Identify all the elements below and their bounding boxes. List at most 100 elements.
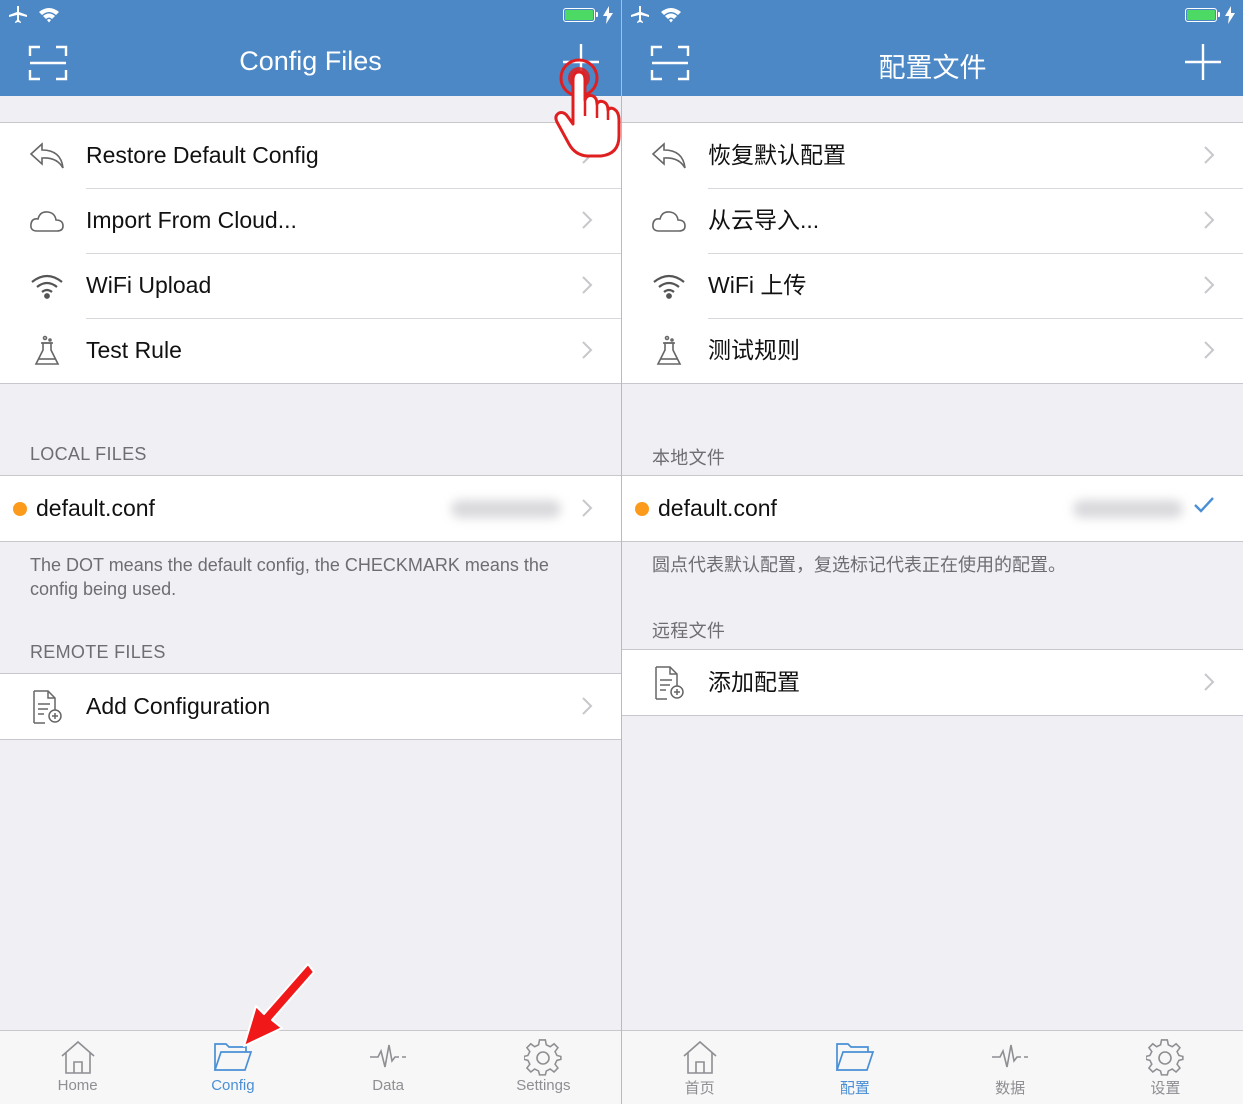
nav-bar: 配置文件 xyxy=(622,32,1243,96)
checkmark-icon xyxy=(1194,497,1214,513)
chevron-right-icon xyxy=(1204,276,1215,294)
battery-icon xyxy=(1185,8,1220,22)
charging-bolt-icon xyxy=(603,6,613,24)
row-label: 恢复默认配置 xyxy=(708,142,846,168)
battery-icon xyxy=(563,8,598,22)
default-dot-indicator xyxy=(13,502,27,516)
row-label: WiFi Upload xyxy=(86,272,212,298)
test-rule-row[interactable]: Test Rule xyxy=(0,318,621,383)
file-name: default.conf xyxy=(658,495,777,521)
status-bar xyxy=(0,0,621,32)
tab-settings[interactable]: Settings xyxy=(466,1031,621,1104)
chevron-right-icon xyxy=(582,499,593,517)
tab-label: Data xyxy=(372,1077,404,1094)
tab-label: 设置 xyxy=(1150,1080,1181,1097)
page-title: Config Files xyxy=(239,46,382,76)
add-configuration-row[interactable]: Add Configuration xyxy=(0,674,621,739)
file-name: default.conf xyxy=(36,495,155,521)
tab-home[interactable]: Home xyxy=(0,1031,155,1104)
default-dot-indicator xyxy=(635,502,649,516)
import-from-cloud-row[interactable]: Import From Cloud... xyxy=(0,188,621,253)
gear-icon xyxy=(1146,1039,1185,1076)
wifi-upload-row[interactable]: WiFi 上传 xyxy=(622,253,1243,318)
row-label: 从云导入... xyxy=(708,207,820,233)
restore-default-config-row[interactable]: Restore Default Config xyxy=(0,123,621,188)
tab-home[interactable]: 首页 xyxy=(622,1031,777,1104)
tab-data[interactable]: 数据 xyxy=(933,1031,1088,1104)
charging-bolt-icon xyxy=(1225,6,1235,24)
row-label: Restore Default Config xyxy=(86,142,319,168)
flask-icon xyxy=(28,333,66,369)
add-button[interactable] xyxy=(1183,42,1223,82)
chevron-right-icon xyxy=(582,341,593,359)
add-configuration-row[interactable]: 添加配置 xyxy=(622,650,1243,715)
tab-label: 数据 xyxy=(995,1080,1026,1097)
add-document-icon xyxy=(650,665,688,701)
nav-bar: Config Files xyxy=(0,32,621,96)
chevron-right-icon xyxy=(582,276,593,294)
actions-group: Restore Default Config Import From Cloud… xyxy=(0,122,621,384)
import-from-cloud-row[interactable]: 从云导入... xyxy=(622,188,1243,253)
tab-label: Config xyxy=(211,1077,255,1094)
default-conf-row[interactable]: default.conf xyxy=(0,476,621,541)
chevron-right-icon xyxy=(1204,211,1215,229)
chevron-right-icon xyxy=(1204,673,1215,691)
status-time xyxy=(622,6,1243,23)
cloud-icon xyxy=(28,203,66,239)
pulse-icon xyxy=(992,1044,1029,1068)
file-date-blurred xyxy=(451,500,561,518)
tab-settings[interactable]: 设置 xyxy=(1088,1031,1243,1104)
chinese-screen: 配置文件 恢复默认配置 从云导入... WiFi 上传 测试规则 本地文件 de… xyxy=(622,0,1243,1104)
tab-label: Settings xyxy=(516,1077,571,1094)
cloud-icon xyxy=(650,203,688,239)
tab-label: Home xyxy=(57,1077,98,1094)
chevron-right-icon xyxy=(582,211,593,229)
legend-footer: The DOT means the default config, the CH… xyxy=(30,555,549,599)
wifi-icon xyxy=(650,268,688,304)
file-date-blurred xyxy=(1073,500,1183,518)
pulse-icon xyxy=(370,1044,407,1068)
remote-files-group: Add Configuration xyxy=(0,673,621,740)
tab-bar: 首页 配置 数据 设置 xyxy=(622,1030,1243,1104)
home-icon xyxy=(61,1040,95,1074)
home-icon xyxy=(683,1040,717,1074)
pointing-hand-icon xyxy=(554,58,621,158)
chevron-right-icon xyxy=(1204,146,1215,164)
local-files-group: default.conf xyxy=(0,475,621,542)
status-bar xyxy=(622,0,1243,32)
remote-files-header: 远程文件 xyxy=(652,621,726,641)
undo-arrow-icon xyxy=(28,138,66,174)
tab-label: 首页 xyxy=(684,1080,715,1097)
test-rule-row[interactable]: 测试规则 xyxy=(622,318,1243,383)
tab-data[interactable]: Data xyxy=(311,1031,466,1104)
page-title: 配置文件 xyxy=(878,53,987,83)
row-label: WiFi 上传 xyxy=(708,272,807,298)
undo-arrow-icon xyxy=(650,138,688,174)
add-document-icon xyxy=(28,689,66,725)
status-time xyxy=(0,6,621,23)
row-label: 测试规则 xyxy=(708,337,800,363)
wifi-upload-row[interactable]: WiFi Upload xyxy=(0,253,621,318)
tab-config[interactable]: 配置 xyxy=(777,1031,932,1104)
wifi-icon xyxy=(28,268,66,304)
restore-default-config-row[interactable]: 恢复默认配置 xyxy=(622,123,1243,188)
legend-footer: 圆点代表默认配置，复选标记代表正在使用的配置。 xyxy=(652,555,1066,575)
local-files-header: 本地文件 xyxy=(652,448,726,468)
row-label: Test Rule xyxy=(86,337,182,363)
tab-label: 配置 xyxy=(839,1080,870,1097)
folder-icon xyxy=(835,1043,875,1071)
chevron-right-icon xyxy=(1204,341,1215,359)
gear-icon xyxy=(524,1039,563,1076)
chevron-right-icon xyxy=(582,697,593,715)
english-screen: Config Files Restore Default Config Impo… xyxy=(0,0,621,1104)
default-conf-row[interactable]: default.conf xyxy=(622,476,1243,541)
local-files-header: LOCAL FILES xyxy=(30,444,147,464)
flask-icon xyxy=(650,333,688,369)
remote-files-header: REMOTE FILES xyxy=(30,642,166,662)
row-label: 添加配置 xyxy=(708,669,800,695)
actions-group: 恢复默认配置 从云导入... WiFi 上传 测试规则 xyxy=(622,122,1243,384)
red-arrow-icon xyxy=(243,963,315,1047)
remote-files-group: 添加配置 xyxy=(622,649,1243,716)
row-label: Import From Cloud... xyxy=(86,207,297,233)
local-files-group: default.conf xyxy=(622,475,1243,542)
